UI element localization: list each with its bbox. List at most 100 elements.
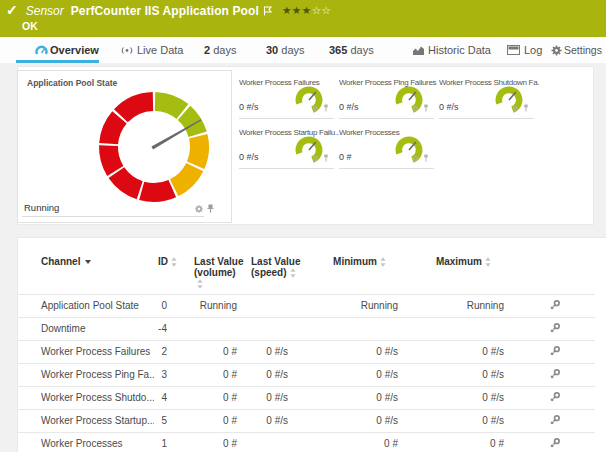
tab-overview[interactable]: Overview	[16, 37, 99, 63]
minimum-value	[301, 317, 408, 340]
channel-row[interactable]: Worker Process Startup...50 #0 #/s0 #/s0…	[18, 409, 595, 432]
gear-icon[interactable]	[412, 105, 419, 112]
gear-icon[interactable]	[412, 155, 419, 162]
channel-row[interactable]: Application Pool State0RunningRunningRun…	[18, 294, 595, 317]
channel-name: Application Pool State	[18, 294, 154, 317]
maximum-value: 0 #/s	[408, 340, 514, 363]
tab-365-days-unit: days	[350, 44, 373, 56]
last-value-volume: 0 #	[177, 386, 247, 409]
tab-bar: Overview Live Data 2 days 30 days 365 da…	[0, 37, 606, 63]
channel-row[interactable]: Worker Processes10 #0 #0 #	[18, 432, 595, 452]
last-value-volume: 0 #	[177, 432, 247, 452]
last-value-volume	[177, 317, 247, 340]
mini-panel-value: 0 #/s	[439, 102, 459, 112]
tab-log[interactable]: Log	[506, 37, 546, 63]
state-gauge	[97, 90, 211, 204]
wrench-icon[interactable]	[549, 414, 561, 426]
channel-row[interactable]: Worker Process Failures20 #0 #/s0 #/s0 #…	[18, 340, 595, 363]
mini-panel-title: Worker Process Failures	[239, 78, 339, 87]
channel-table-section: Channel ID Last Value(volume) Last Value…	[17, 237, 606, 452]
pin-icon[interactable]	[207, 204, 214, 213]
flag-icon[interactable]	[263, 2, 272, 20]
column-header-id[interactable]: ID	[154, 238, 177, 294]
pin-icon[interactable]	[523, 104, 529, 112]
channel-id: 4	[154, 386, 177, 409]
maximum-value: 0 #/s	[408, 409, 514, 432]
wrench-icon[interactable]	[549, 345, 561, 357]
overview-gauge-icon	[35, 45, 48, 58]
tab-overview-label: Overview	[50, 44, 99, 56]
channel-name: Worker Processes	[18, 432, 154, 452]
state-current-value: Running	[24, 202, 59, 213]
gear-icon[interactable]	[512, 105, 519, 112]
live-data-icon	[120, 45, 134, 58]
channel-table-header-row: Channel ID Last Value(volume) Last Value…	[18, 238, 595, 294]
wrench-icon[interactable]	[549, 299, 561, 311]
priority-stars[interactable]: ★★★☆☆	[282, 4, 332, 16]
last-value-speed	[247, 294, 301, 317]
channel-table: Channel ID Last Value(volume) Last Value…	[18, 238, 595, 452]
sort-icon	[485, 257, 491, 267]
wrench-icon[interactable]	[549, 322, 561, 334]
mini-panel-worker-process-shutdown-failures: Worker Process Shutdown Fa... 0 #/s	[439, 73, 534, 119]
tab-live-data[interactable]: Live Data	[118, 37, 188, 63]
wrench-icon[interactable]	[549, 368, 561, 380]
column-header-last-value-volume[interactable]: Last Value(volume)	[177, 238, 247, 294]
tab-365-days[interactable]: 365 days	[324, 37, 376, 63]
mini-panel-value: 0 #	[339, 152, 352, 162]
tab-settings[interactable]: Settings	[550, 37, 604, 63]
active-tab-underline	[16, 60, 99, 63]
last-value-speed: 0 #/s	[247, 386, 301, 409]
column-header-maximum[interactable]: Maximum	[408, 238, 514, 294]
pin-icon[interactable]	[423, 104, 429, 112]
column-header-last-value-speed[interactable]: Last Value(speed)	[247, 238, 301, 294]
gear-icon[interactable]	[312, 105, 319, 112]
pin-icon[interactable]	[323, 104, 329, 112]
mini-panel-worker-processes: Worker Processes 0 #	[339, 123, 434, 169]
mini-panel-worker-process-failures: Worker Process Failures 0 #/s	[239, 73, 334, 119]
column-header-channel[interactable]: Channel	[18, 238, 154, 294]
wrench-icon[interactable]	[549, 391, 561, 403]
mini-panel-worker-process-startup-failures: Worker Process Startup Failu... 0 #/s	[239, 123, 334, 169]
channel-row[interactable]: Downtime-4	[18, 317, 595, 340]
pin-icon[interactable]	[323, 154, 329, 162]
divider	[22, 216, 204, 217]
channel-settings-cell	[514, 432, 595, 452]
tab-2-days[interactable]: 2 days	[196, 37, 236, 63]
application-pool-state-panel: Application Pool State Running	[17, 70, 232, 223]
channel-id: 0	[154, 294, 177, 317]
sort-desc-icon	[85, 260, 91, 264]
maximum-value: 0 #	[408, 432, 514, 452]
channel-row[interactable]: Worker Process Shutdo...40 #0 #/s0 #/s0 …	[18, 386, 595, 409]
maximum-value: 0 #/s	[408, 363, 514, 386]
gear-icon[interactable]	[312, 155, 319, 162]
tab-2-days-num: 2	[204, 44, 210, 56]
tab-historic-data-label: Historic Data	[428, 44, 491, 56]
gear-icon[interactable]	[195, 205, 203, 213]
channel-settings-cell	[514, 363, 595, 386]
channel-id: -4	[154, 317, 177, 340]
channel-name: Downtime	[18, 317, 154, 340]
column-header-actions	[514, 238, 595, 294]
maximum-value	[408, 317, 514, 340]
maximum-value: Running	[408, 294, 514, 317]
pin-icon[interactable]	[423, 154, 429, 162]
mini-panel-worker-process-ping-failures: Worker Process Ping Failures 0 #/s	[339, 73, 434, 119]
mini-panel-title: Worker Process Startup Failu...	[239, 128, 339, 137]
last-value-speed: 0 #/s	[247, 363, 301, 386]
channel-row[interactable]: Worker Process Ping Fa...30 #0 #/s0 #/s0…	[18, 363, 595, 386]
last-value-volume: 0 #	[177, 340, 247, 363]
column-header-minimum[interactable]: Minimum	[301, 238, 408, 294]
overview-section: Application Pool State Running Worker Pr…	[17, 66, 594, 225]
last-value-speed	[247, 432, 301, 452]
sensor-status: OK	[22, 20, 38, 32]
tab-2-days-unit: days	[213, 44, 236, 56]
wrench-icon[interactable]	[549, 437, 561, 449]
last-value-speed	[247, 317, 301, 340]
tab-historic-data[interactable]: Historic Data	[411, 37, 486, 63]
last-value-speed: 0 #/s	[247, 409, 301, 432]
tab-30-days[interactable]: 30 days	[260, 37, 306, 63]
sort-icon	[171, 257, 177, 267]
maximum-value: 0 #/s	[408, 386, 514, 409]
tab-settings-label: Settings	[564, 44, 602, 56]
